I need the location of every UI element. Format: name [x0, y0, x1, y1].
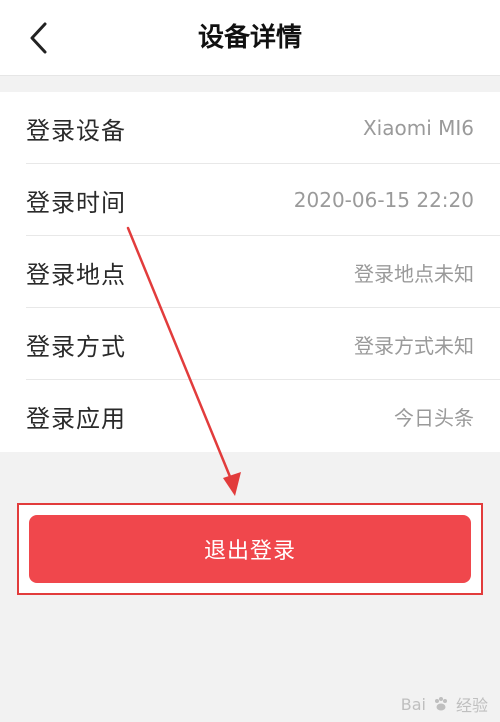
detail-label: 登录地点: [26, 260, 126, 289]
watermark-brand: Bai: [400, 694, 426, 714]
detail-label: 登录设备: [26, 116, 126, 145]
detail-value: 今日头条: [394, 405, 474, 430]
section-gap: [0, 76, 500, 92]
detail-row-login-location: 登录地点 登录地点未知: [0, 236, 500, 308]
detail-value: 登录方式未知: [354, 333, 474, 358]
detail-value: Xiaomi MI6: [362, 116, 474, 140]
annotation-highlight-box: 退出登录: [17, 503, 483, 595]
logout-button[interactable]: 退出登录: [29, 515, 471, 583]
detail-row-login-app: 登录应用 今日头条: [0, 380, 500, 452]
page-title: 设备详情: [197, 23, 302, 53]
paw-icon: [434, 697, 447, 711]
device-details-list: 登录设备 Xiaomi MI6 登录时间 2020-06-15 22:20 登录…: [0, 92, 500, 452]
detail-row-login-device: 登录设备 Xiaomi MI6: [0, 92, 500, 164]
detail-row-login-time: 登录时间 2020-06-15 22:20: [0, 164, 500, 236]
detail-value: 登录地点未知: [354, 261, 474, 286]
detail-label: 登录方式: [26, 332, 126, 361]
detail-label: 登录时间: [26, 188, 126, 217]
watermark: Bai 经验: [401, 692, 488, 716]
detail-row-login-method: 登录方式 登录方式未知: [0, 308, 500, 380]
top-app-bar: 设备详情: [0, 0, 500, 76]
detail-value: 2020-06-15 22:20: [293, 188, 474, 212]
detail-label: 登录应用: [26, 404, 126, 433]
watermark-suffix: 经验: [455, 696, 488, 715]
